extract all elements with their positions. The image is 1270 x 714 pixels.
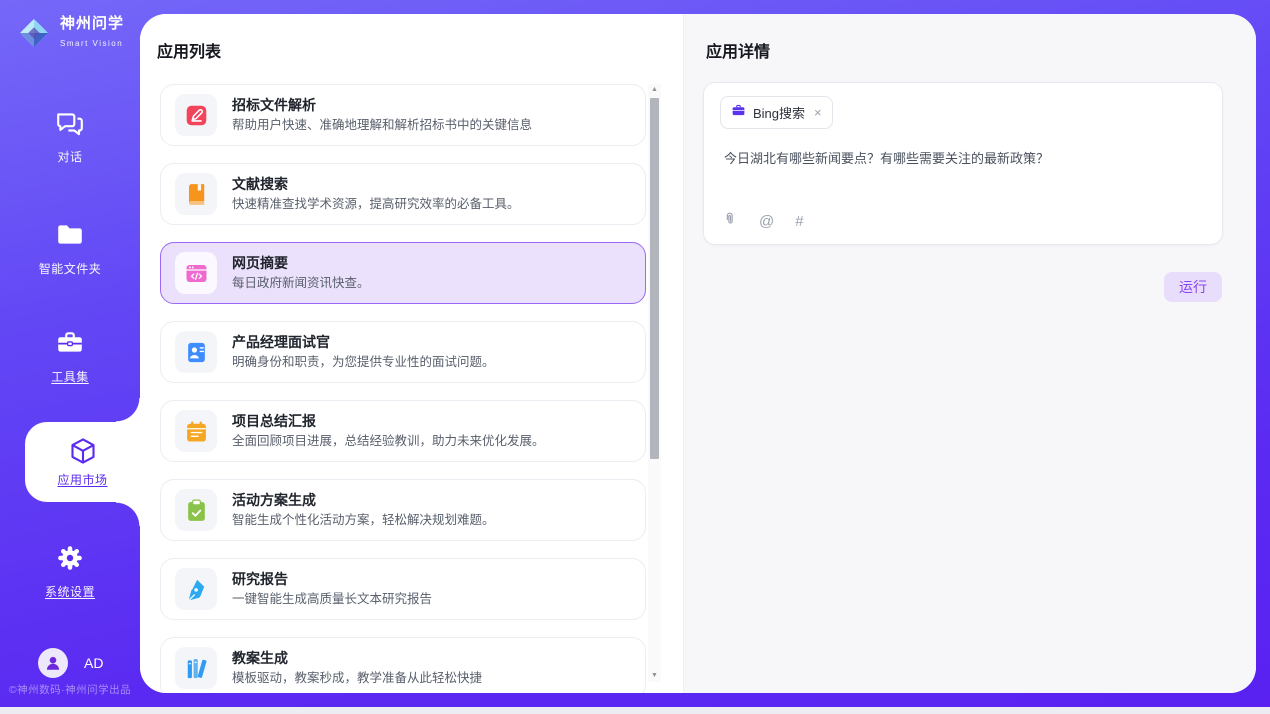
- user-profile[interactable]: AD: [38, 648, 103, 678]
- app-card-description: 智能生成个性化活动方案，轻松解决规划难题。: [232, 513, 495, 528]
- app-card[interactable]: 文献搜索 快速精准查找学术资源，提高研究效率的必备工具。: [160, 163, 646, 225]
- paperclip-icon[interactable]: [722, 211, 738, 232]
- app-card[interactable]: 活动方案生成 智能生成个性化活动方案，轻松解决规划难题。: [160, 479, 646, 541]
- app-card-title: 产品经理面试官: [232, 334, 495, 351]
- gear-icon: [55, 543, 85, 573]
- sidebar-item-cube[interactable]: 应用市场: [25, 422, 140, 502]
- app-card-description: 一键智能生成高质量长文本研究报告: [232, 592, 432, 607]
- sidebar-item-label: 对话: [0, 148, 140, 165]
- brand: 神州问学 Smart Vision: [16, 15, 140, 51]
- book-icon: [175, 173, 217, 215]
- app-card-description: 全面回顾项目进展，总结经验教训，助力未来优化发展。: [232, 434, 545, 449]
- brand-subtitle: Smart Vision: [60, 39, 123, 48]
- user-name: AD: [84, 655, 103, 671]
- prompt-composer[interactable]: Bing搜索 × 今日湖北有哪些新闻要点？有哪些需要关注的最新政策？ @ #: [703, 82, 1223, 245]
- main-content: 应用列表 招标文件解析 帮助用户快速、准确地理解和解析招标书中的关键信息 文献搜…: [140, 14, 1256, 693]
- app-card[interactable]: 研究报告 一键智能生成高质量长文本研究报告: [160, 558, 646, 620]
- scrollbar-thumb[interactable]: [650, 98, 659, 459]
- app-card[interactable]: 项目总结汇报 全面回顾项目进展，总结经验教训，助力未来优化发展。: [160, 400, 646, 462]
- person-icon: [43, 653, 63, 673]
- tool-chip-label: Bing搜索: [753, 103, 805, 122]
- app-card-title: 教案生成: [232, 650, 482, 667]
- app-detail-title: 应用详情: [706, 38, 770, 62]
- app-detail-pane: 应用详情 Bing搜索 × 今日湖北有哪些新闻要点？有哪些需要关注的最新政策？: [683, 14, 1256, 693]
- brand-name: 神州问学: [60, 15, 124, 32]
- browser-icon: [175, 252, 217, 294]
- scrollbar-down-arrow-icon[interactable]: ▼: [648, 670, 661, 682]
- app-card-description: 快速精准查找学术资源，提高研究效率的必备工具。: [232, 197, 520, 212]
- app-card[interactable]: 产品经理面试官 明确身份和职责，为您提供专业性的面试问题。: [160, 321, 646, 383]
- app-card-title: 招标文件解析: [232, 97, 532, 114]
- briefcase-icon: [731, 103, 746, 123]
- hash-icon[interactable]: #: [795, 213, 803, 230]
- sidebar-item-label: 智能文件夹: [0, 260, 140, 277]
- chat-icon: [55, 108, 85, 138]
- app-card[interactable]: 招标文件解析 帮助用户快速、准确地理解和解析招标书中的关键信息: [160, 84, 646, 146]
- app-card[interactable]: 教案生成 模板驱动，教案秒成，教学准备从此轻松快捷: [160, 637, 646, 693]
- sidebar-footer: ©神州数码·神州问学出品: [0, 682, 140, 697]
- calendar-icon: [175, 410, 217, 452]
- sidebar-item-gear[interactable]: 系统设置: [0, 543, 140, 600]
- sidebar-item-label: 应用市场: [57, 471, 107, 488]
- app-card-description: 模板驱动，教案秒成，教学准备从此轻松快捷: [232, 671, 482, 686]
- sidebar-item-label: 系统设置: [0, 583, 140, 600]
- app-card[interactable]: 网页摘要 每日政府新闻资讯快查。: [160, 242, 646, 304]
- app-card-title: 网页摘要: [232, 255, 370, 272]
- edit-doc-icon: [175, 94, 217, 136]
- sidebar-item-label: 工具集: [0, 368, 140, 385]
- composer-toolbar: @ #: [722, 211, 804, 232]
- books-icon: [175, 647, 217, 689]
- app-list-pane: 应用列表 招标文件解析 帮助用户快速、准确地理解和解析招标书中的关键信息 文献搜…: [140, 14, 683, 693]
- interview-icon: [175, 331, 217, 373]
- toolbox-icon: [55, 328, 85, 358]
- at-icon[interactable]: @: [759, 213, 774, 230]
- tool-chip-bing-search[interactable]: Bing搜索 ×: [720, 96, 833, 129]
- app-card-description: 每日政府新闻资讯快查。: [232, 276, 370, 291]
- sidebar: 神州问学 Smart Vision 对话 智能文件夹 工具集 应用市场 系统设置…: [0, 0, 140, 707]
- folder-icon: [55, 220, 85, 250]
- chip-close-icon[interactable]: ×: [814, 106, 822, 119]
- scrollbar-up-arrow-icon[interactable]: ▲: [648, 84, 661, 96]
- diamond-logo-icon: [16, 15, 52, 51]
- pen-icon: [175, 568, 217, 610]
- app-card-title: 文献搜索: [232, 176, 520, 193]
- sidebar-item-toolbox[interactable]: 工具集: [0, 328, 140, 385]
- app-card-title: 活动方案生成: [232, 492, 495, 509]
- query-text-input[interactable]: 今日湖北有哪些新闻要点？有哪些需要关注的最新政策？: [724, 149, 1202, 168]
- app-card-title: 研究报告: [232, 571, 432, 588]
- app-card-title: 项目总结汇报: [232, 413, 545, 430]
- app-card-description: 明确身份和职责，为您提供专业性的面试问题。: [232, 355, 495, 370]
- cube-icon: [68, 436, 98, 466]
- app-list-title: 应用列表: [157, 38, 221, 62]
- clipboard-check-icon: [175, 489, 217, 531]
- avatar: [38, 648, 68, 678]
- app-card-list: 招标文件解析 帮助用户快速、准确地理解和解析招标书中的关键信息 文献搜索 快速精…: [160, 84, 646, 693]
- sidebar-item-folder[interactable]: 智能文件夹: [0, 220, 140, 277]
- list-scrollbar[interactable]: ▲ ▼: [648, 84, 661, 682]
- run-button[interactable]: 运行: [1164, 272, 1222, 302]
- app-card-description: 帮助用户快速、准确地理解和解析招标书中的关键信息: [232, 118, 532, 133]
- sidebar-item-chat[interactable]: 对话: [0, 108, 140, 165]
